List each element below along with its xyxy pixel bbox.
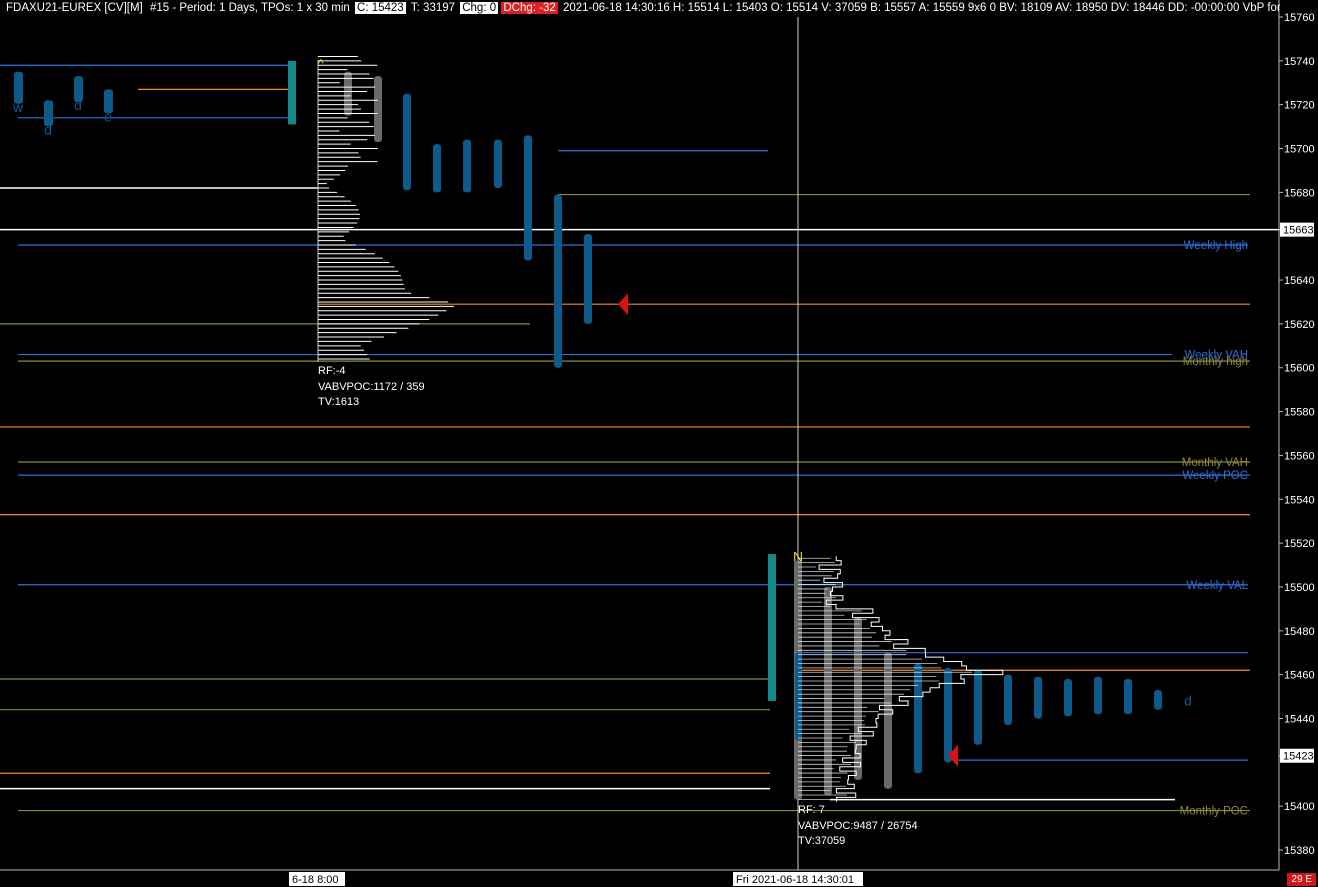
y-tick-label: 15640 [1284,275,1315,287]
level-label: Monthly POC [1180,806,1248,818]
level-label: Weekly VAL [1186,580,1248,592]
tpo-letter: d [44,121,52,137]
profile-vabvpoc: VABVPOC:1172 / 359 [318,381,425,393]
x-tick-label: Fri 2021-06-18 14:30:01 [736,874,854,886]
y-tick-label: 15520 [1284,538,1315,550]
profile-rf: RF: 7 [798,804,825,816]
tpo-column [944,668,952,763]
last-price-marker [618,293,628,316]
value-area-bar [288,60,296,125]
value-area-bar [768,554,776,701]
tpo-column [584,234,592,324]
y-tick-label: 15663 [1283,225,1314,237]
profile-tv: TV:37059 [798,835,845,847]
profile-tv: TV:1613 [318,396,359,408]
tpo-column [1094,676,1102,715]
tpo-column [1004,674,1012,726]
y-tick-label: 15400 [1284,801,1315,813]
y-tick-label: 15760 [1284,12,1315,24]
tpo-letter: d [1184,692,1192,708]
open-letter: N [793,548,803,564]
tpo-column [374,76,382,142]
tpo-column [524,135,532,261]
y-tick-label: 15423 [1283,751,1314,763]
y-tick-label: 15720 [1284,100,1315,112]
tpo-column [914,663,922,774]
tpo-column [1064,679,1072,717]
level-label: Weekly VAH [1185,350,1248,362]
level-label: Weekly High [1184,240,1248,252]
status-badge: 29 E [1287,873,1316,886]
y-tick-label: 15440 [1284,713,1315,725]
tpo-column [463,139,471,193]
tpo-letter: d [74,97,82,113]
tpo-column [795,652,802,741]
y-tick-label: 15480 [1284,626,1315,638]
tpo-column [1034,676,1042,719]
tpo-column [433,144,441,193]
tpo-column [1124,679,1132,715]
y-tick-label: 15740 [1284,56,1315,68]
tpo-column [554,194,562,368]
y-tick-label: 15460 [1284,670,1315,682]
tpo-column [403,93,411,191]
y-tick-label: 15700 [1284,144,1315,156]
tpo-column [494,139,502,188]
y-tick-label: 15540 [1284,494,1315,506]
y-tick-label: 15600 [1284,363,1315,375]
y-tick-label: 15560 [1284,450,1315,462]
tpo-column [884,652,892,789]
tpo-chart[interactable]: w d d e ^ d N RF:-4 VABVPOC:1172 / 359 TV:1613 RF:… [0,0,1318,887]
tpo-letter: e [104,108,112,124]
y-tick-label: 15580 [1284,407,1315,419]
profile-rf: RF:-4 [318,365,346,377]
tpo-letter: w [12,99,24,115]
level-label: Weekly POC [1182,470,1248,482]
profile-vabvpoc: VABVPOC:9487 / 26754 [798,820,918,832]
x-tick-label: 6-18 8:00 [292,874,338,886]
level-label: Monthly VAH [1182,457,1248,469]
tpo-column [974,670,982,745]
tpo-column [1154,689,1162,710]
y-tick-label: 15620 [1284,319,1315,331]
y-tick-label: 15500 [1284,582,1315,594]
open-marker: ^ [318,56,324,70]
y-tick-label: 15380 [1284,845,1315,857]
y-tick-label: 15680 [1284,187,1315,199]
